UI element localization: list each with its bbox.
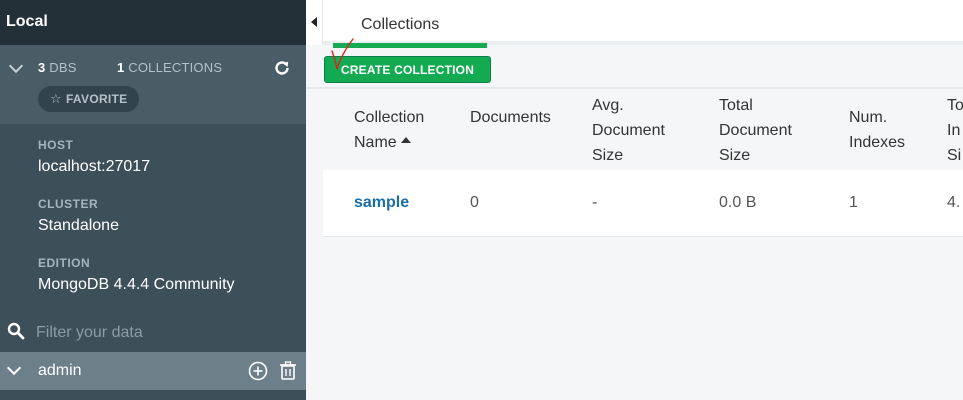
cluster-label: CLUSTER: [38, 197, 99, 211]
database-name: admin: [38, 362, 82, 379]
avg-size-cell: -: [592, 194, 598, 211]
header-num-indexes[interactable]: Num. Indexes: [849, 105, 905, 155]
chevron-down-icon[interactable]: [6, 360, 22, 376]
documents-cell: 0: [470, 194, 479, 211]
table-row[interactable]: sample 0 - 0.0 B 1 4.: [323, 170, 963, 237]
header-documents[interactable]: Documents: [470, 105, 551, 130]
header-line-text: Name: [354, 134, 397, 151]
checkmark-annotation-icon: [331, 38, 354, 70]
header-line: Size: [592, 147, 624, 164]
tab-bar: Collections: [323, 0, 963, 48]
header-avg-document-size[interactable]: Avg. Document Size: [592, 93, 665, 168]
collection-name-link[interactable]: sample: [354, 194, 409, 212]
host-info: HOST localhost:27017: [38, 138, 150, 176]
sort-ascending-icon: [400, 137, 411, 143]
cluster-info: CLUSTER Standalone: [38, 197, 119, 235]
header-collection-name[interactable]: Collection Name: [354, 105, 424, 155]
dbs-count: 3: [38, 60, 46, 75]
header-line: Total: [719, 97, 753, 114]
host-value: localhost:27017: [38, 158, 151, 175]
database-item-admin[interactable]: admin: [0, 352, 306, 390]
header-line: Document: [719, 122, 792, 139]
collapse-sidebar-button[interactable]: [306, 0, 323, 45]
favorite-label: FAVORITE: [65, 92, 128, 106]
total-size-cell: 0.0 B: [719, 194, 757, 211]
header-line: Si: [947, 147, 962, 164]
trash-icon[interactable]: [279, 361, 297, 381]
header-line: To: [947, 97, 963, 114]
collapse-left-icon: [311, 17, 317, 27]
sidebar-header: Local: [0, 0, 306, 45]
total-index-size-cell: 4.: [947, 194, 961, 211]
sidebar: Local 3 DBS 1 COLLECTIONS ☆ FAVORITE HOS…: [0, 0, 306, 400]
header-line: Documents: [470, 109, 551, 126]
dbs-label: DBS: [49, 60, 77, 75]
edition-info: EDITION MongoDB 4.4.4 Community: [38, 256, 235, 294]
tab-collections[interactable]: Collections: [333, 0, 487, 49]
collections-toolbar: CREATE COLLECTION: [306, 49, 963, 89]
filter-input[interactable]: [36, 321, 296, 345]
num-indexes-cell: 1: [849, 194, 858, 211]
filter-bar: [0, 312, 306, 352]
header-line: Num.: [849, 109, 888, 126]
chevron-down-icon[interactable]: [8, 58, 24, 74]
collections-stat: 1 COLLECTIONS: [117, 60, 222, 75]
favorite-button[interactable]: ☆ FAVORITE: [38, 86, 140, 112]
add-circle-icon[interactable]: [248, 361, 268, 381]
collections-count: 1: [117, 60, 125, 75]
active-tab-indicator: [333, 43, 487, 48]
header-line: Document: [592, 122, 665, 139]
edition-value: MongoDB 4.4.4 Community: [38, 276, 235, 293]
cluster-value: Standalone: [38, 217, 119, 234]
header-total-document-size[interactable]: Total Document Size: [719, 93, 792, 168]
search-icon: [7, 322, 25, 340]
tab-collections-label: Collections: [361, 16, 440, 33]
sidebar-title: Local: [6, 13, 48, 30]
instance-stats: 3 DBS 1 COLLECTIONS ☆ FAVORITE: [0, 45, 306, 124]
refresh-icon[interactable]: [273, 59, 291, 77]
table-header: Collection Name Documents Avg. Document …: [323, 91, 963, 170]
host-label: HOST: [38, 138, 74, 152]
header-line: Indexes: [849, 134, 906, 151]
header-line: Avg.: [592, 97, 624, 114]
edition-label: EDITION: [38, 256, 91, 270]
dbs-stat: 3 DBS: [38, 60, 77, 75]
header-line: In: [947, 122, 961, 139]
header-total-index-size[interactable]: To In Si: [947, 93, 963, 168]
star-icon: ☆: [50, 91, 62, 106]
collections-label: COLLECTIONS: [128, 60, 223, 75]
header-line: Collection: [354, 109, 425, 126]
header-line: Size: [719, 147, 751, 164]
header-line: Name: [354, 130, 424, 155]
